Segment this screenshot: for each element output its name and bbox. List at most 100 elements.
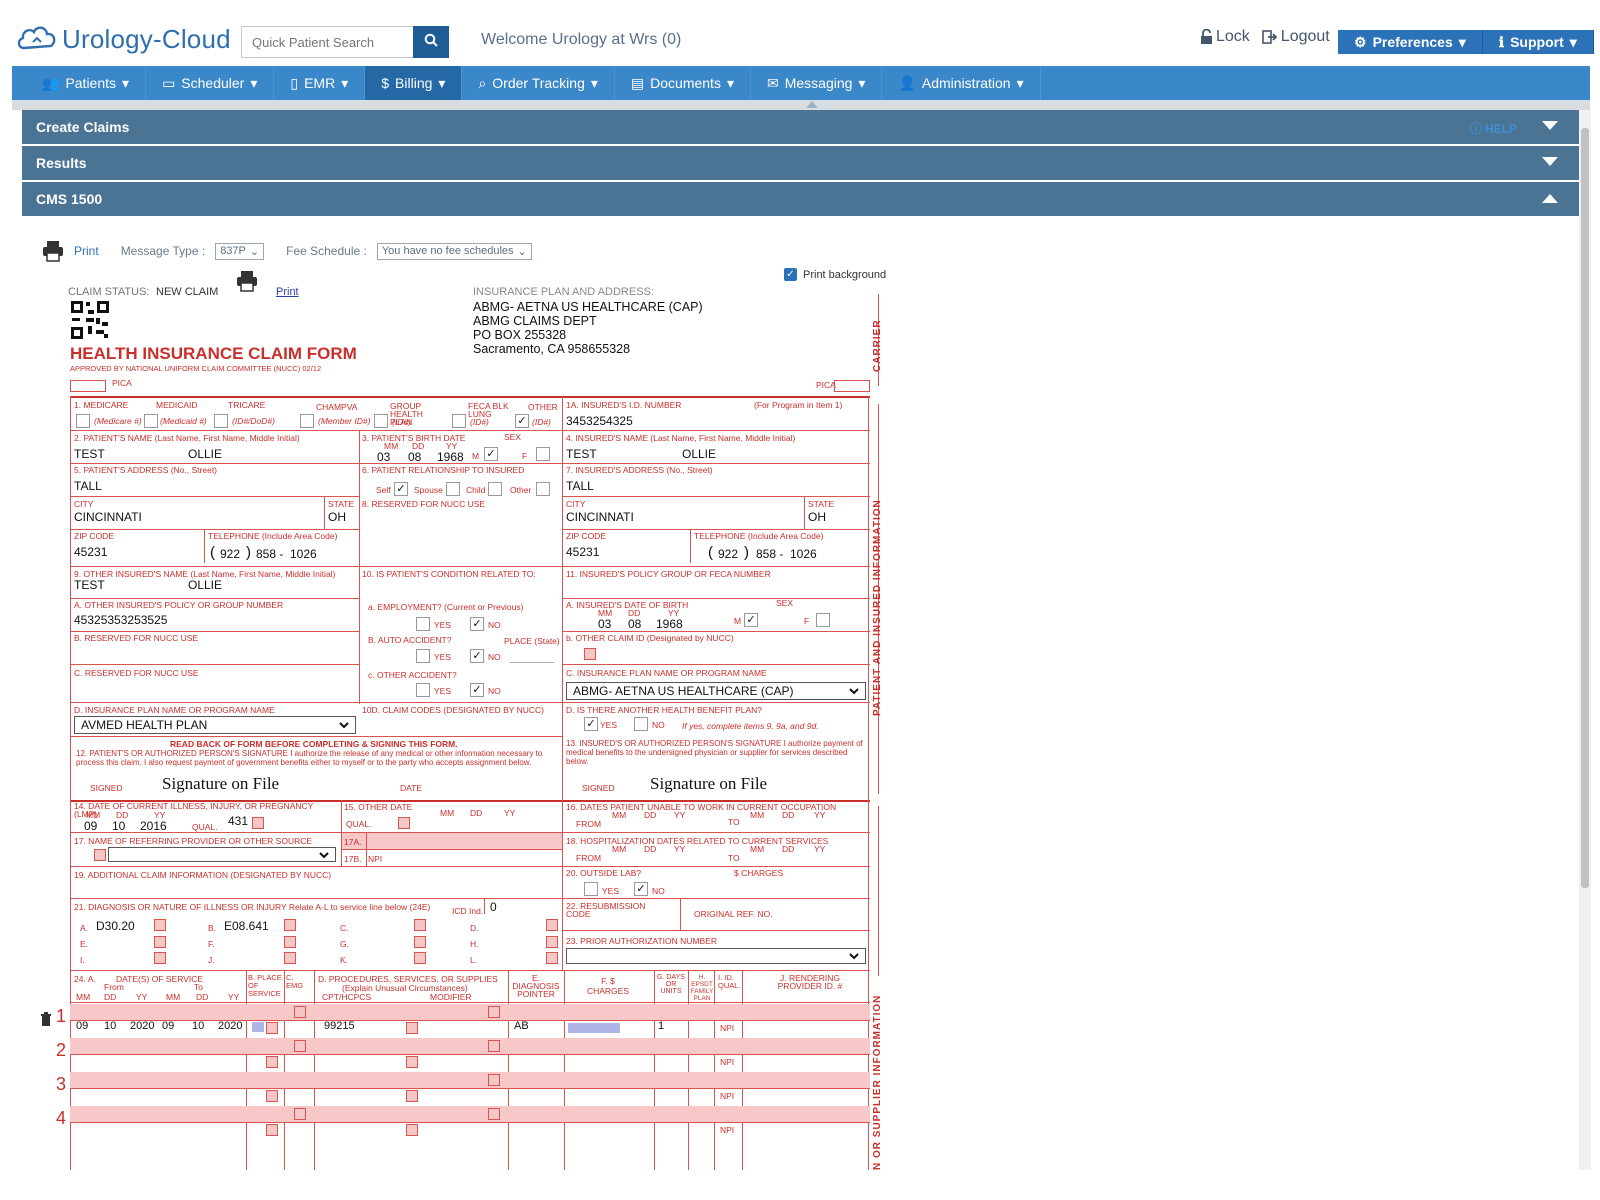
outside-lab-no-checkbox[interactable]: ✓	[634, 882, 648, 896]
diagnosis-g-dropdown[interactable]	[414, 936, 426, 948]
champva-checkbox[interactable]	[300, 414, 314, 428]
patient-last-name[interactable]: TEST	[74, 447, 105, 461]
referring-provider-select[interactable]	[108, 847, 336, 862]
rel-other-checkbox[interactable]	[536, 482, 550, 496]
line-1-pointer[interactable]: AB	[514, 1020, 529, 1032]
line-4-modifier-dropdown[interactable]	[488, 1108, 500, 1120]
line-1-cpt[interactable]: 99215	[324, 1020, 355, 1032]
line-2-emg-dropdown[interactable]	[294, 1040, 306, 1052]
insured-first-name[interactable]: OLLIE	[682, 447, 716, 461]
service-line-4-shaded[interactable]	[70, 1106, 870, 1122]
printer-icon[interactable]	[236, 270, 258, 292]
place-state-field[interactable]	[510, 662, 554, 663]
nav-collapse-strip[interactable]	[12, 100, 1590, 110]
line-2-modifier-a-dropdown[interactable]	[406, 1056, 418, 1068]
print-background-option[interactable]: ✓ Print background	[784, 268, 886, 281]
insured-tel-line[interactable]: 1026	[790, 547, 817, 561]
field-17a[interactable]	[342, 833, 562, 849]
pica-right-boxes[interactable]	[834, 380, 870, 392]
line-2-pos-dropdown[interactable]	[266, 1056, 278, 1068]
line-1-modifier-dropdown[interactable]	[488, 1006, 500, 1018]
fee-schedule-select[interactable]: You have no fee schedules ⌄	[376, 242, 532, 260]
insured-tel-area[interactable]: 922	[718, 547, 738, 561]
other-plan-select[interactable]: AVMED HEALTH PLAN	[74, 716, 356, 734]
rel-spouse-checkbox[interactable]	[446, 482, 460, 496]
line-3-modifier-a-dropdown[interactable]	[406, 1090, 418, 1102]
another-plan-no-checkbox[interactable]	[634, 717, 648, 731]
insured-birth-dd[interactable]: 08	[628, 617, 641, 631]
diagnosis-h-dropdown[interactable]	[546, 936, 558, 948]
other-accident-no-checkbox[interactable]: ✓	[470, 683, 484, 697]
insured-sex-f-checkbox[interactable]	[816, 613, 830, 627]
illness-dd[interactable]: 10	[112, 819, 125, 833]
medicaid-checkbox[interactable]	[144, 414, 158, 428]
nav-administration[interactable]: 👤 Administration ▾	[882, 66, 1041, 100]
search-button[interactable]	[413, 26, 449, 58]
nav-messaging[interactable]: ✉ Messaging ▾	[751, 66, 883, 100]
search-input[interactable]	[241, 26, 413, 58]
line-1-from-mm[interactable]: 09	[76, 1020, 88, 1032]
insured-zip[interactable]: 45231	[566, 545, 599, 559]
birth-mm[interactable]: 03	[377, 450, 390, 464]
line-2-modifier-dropdown[interactable]	[488, 1040, 500, 1052]
chevron-down-icon[interactable]	[1541, 119, 1559, 133]
patient-zip[interactable]: 45231	[74, 545, 107, 559]
patient-state[interactable]: OH	[328, 510, 346, 524]
line-1-charges-field[interactable]	[568, 1023, 620, 1033]
logo[interactable]: Urology-Cloud	[16, 22, 231, 56]
auto-yes-checkbox[interactable]	[416, 649, 430, 663]
patient-city[interactable]: CINCINNATI	[74, 510, 142, 524]
insured-id-value[interactable]: 3453254325	[566, 414, 633, 428]
support-button[interactable]: ℹ Support ▾	[1482, 30, 1594, 54]
line-4-emg-dropdown[interactable]	[294, 1108, 306, 1120]
insured-street[interactable]: TALL	[566, 479, 594, 493]
insured-sex-m-checkbox[interactable]: ✓	[744, 613, 758, 627]
trash-icon[interactable]	[40, 1012, 52, 1026]
diagnosis-b[interactable]: E08.641	[224, 919, 269, 933]
patient-tel-line[interactable]: 1026	[290, 547, 317, 561]
chevron-up-icon[interactable]	[1541, 191, 1559, 205]
line-1-modifier-a-dropdown[interactable]	[406, 1022, 418, 1034]
patient-tel-prefix[interactable]: 858 -	[256, 547, 283, 561]
insured-plan-select[interactable]: ABMG- AETNA US HEALTHCARE (CAP)	[566, 682, 866, 700]
line-1-from-dd[interactable]: 10	[104, 1020, 116, 1032]
pica-left-boxes[interactable]	[70, 380, 106, 392]
nav-patients[interactable]: 👥 Patients ▾	[12, 66, 147, 100]
preferences-button[interactable]: ⚙ Preferences ▾	[1338, 30, 1483, 54]
birth-dd[interactable]: 08	[408, 450, 421, 464]
line-3-modifier-dropdown[interactable]	[488, 1074, 500, 1086]
illness-yy[interactable]: 2016	[140, 819, 167, 833]
other-claim-id-dropdown[interactable]	[584, 648, 596, 660]
line-1-from-yy[interactable]: 2020	[130, 1020, 154, 1032]
birth-yy[interactable]: 1968	[437, 450, 464, 464]
rel-self-checkbox[interactable]: ✓	[394, 482, 408, 496]
qual-value[interactable]: 431	[228, 814, 248, 828]
icd-ind-value[interactable]: 0	[490, 900, 497, 914]
diagnosis-i-dropdown[interactable]	[154, 952, 166, 964]
employment-yes-checkbox[interactable]	[416, 617, 430, 631]
service-line-3-shaded[interactable]	[70, 1072, 870, 1088]
chevron-down-icon[interactable]	[1541, 155, 1559, 169]
feca-checkbox[interactable]	[452, 414, 466, 428]
diagnosis-e-dropdown[interactable]	[154, 936, 166, 948]
patient-tel-area[interactable]: 922	[220, 547, 240, 561]
line-4-modifier-a-dropdown[interactable]	[406, 1124, 418, 1136]
patient-first-name[interactable]: OLLIE	[188, 447, 222, 461]
illness-mm[interactable]: 09	[84, 819, 97, 833]
other-insured-last[interactable]: TEST	[74, 578, 105, 592]
other-accident-yes-checkbox[interactable]	[416, 683, 430, 697]
help-link[interactable]: ⓘ HELP	[1470, 120, 1517, 137]
print-link[interactable]: Print	[74, 244, 99, 258]
referring-qual-dropdown[interactable]	[94, 849, 106, 861]
auto-no-checkbox[interactable]: ✓	[470, 649, 484, 663]
insured-tel-prefix[interactable]: 858 -	[756, 547, 783, 561]
panel-cms1500[interactable]: CMS 1500	[22, 182, 1579, 216]
line-4-pos-dropdown[interactable]	[266, 1124, 278, 1136]
other-date-qual-dropdown[interactable]	[398, 817, 410, 829]
prior-auth-select[interactable]	[566, 948, 866, 964]
tricare-checkbox[interactable]	[214, 414, 228, 428]
diagnosis-a-dropdown[interactable]	[154, 919, 166, 931]
rel-child-checkbox[interactable]	[488, 482, 502, 496]
diagnosis-l-dropdown[interactable]	[546, 952, 558, 964]
message-type-select[interactable]: 837P ⌄	[215, 242, 265, 260]
